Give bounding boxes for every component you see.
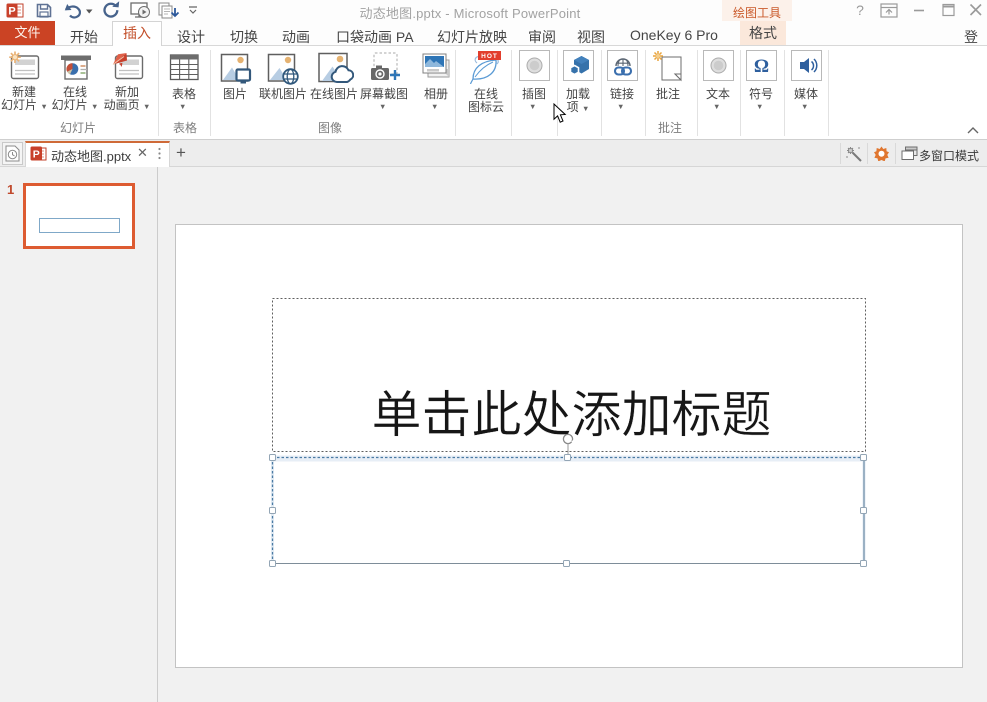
svg-text:P: P (33, 149, 40, 161)
svg-text:HOT: HOT (481, 53, 498, 60)
svg-text:P: P (8, 6, 15, 18)
svg-text:Ω: Ω (754, 56, 769, 77)
